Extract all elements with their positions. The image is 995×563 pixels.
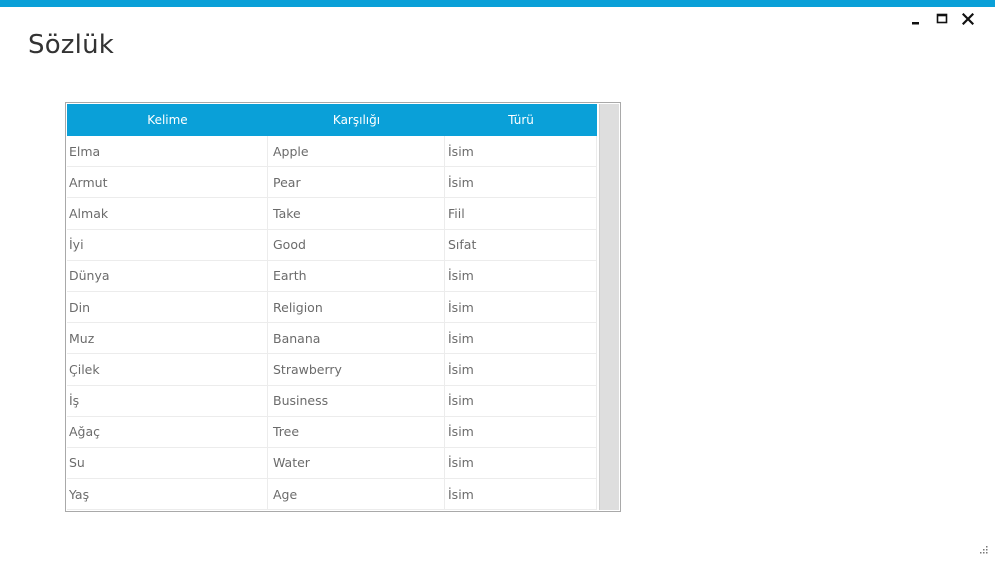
cell-type[interactable]: İsim: [445, 416, 597, 447]
cell-type[interactable]: İsim: [445, 354, 597, 385]
cell-meaning[interactable]: Water: [268, 447, 445, 479]
cell-word[interactable]: Armut: [67, 167, 268, 198]
table-row[interactable]: İş Business İsim: [67, 385, 597, 417]
cell-type[interactable]: İsim: [445, 323, 597, 354]
cell-word[interactable]: İyi: [67, 229, 268, 260]
minimize-icon: [912, 22, 919, 25]
cell-word[interactable]: Muz: [67, 323, 268, 354]
cell-word[interactable]: Din: [67, 291, 268, 323]
minimize-button[interactable]: [903, 10, 929, 28]
cell-type[interactable]: İsim: [445, 447, 597, 479]
cell-meaning[interactable]: Take: [268, 198, 445, 229]
table-row[interactable]: Yaş Age İsim: [67, 479, 597, 511]
table-row[interactable]: Muz Banana İsim: [67, 323, 597, 355]
table-row[interactable]: Dünya Earth İsim: [67, 260, 597, 292]
cell-word[interactable]: Elma: [67, 136, 268, 167]
maximize-button[interactable]: [929, 10, 955, 28]
maximize-icon: [936, 13, 948, 24]
table-row[interactable]: Armut Pear İsim: [67, 167, 597, 199]
vertical-scrollbar[interactable]: [599, 104, 619, 510]
cell-meaning[interactable]: Earth: [268, 260, 445, 291]
table-row[interactable]: Su Water İsim: [67, 447, 597, 480]
grid-header: Kelime Karşılığı Türü: [67, 104, 597, 136]
table-row[interactable]: Din Religion İsim: [67, 291, 597, 324]
cell-meaning[interactable]: Banana: [268, 323, 445, 354]
window-title: Sözlük: [28, 30, 115, 60]
cell-meaning[interactable]: Age: [268, 479, 445, 510]
cell-word[interactable]: Yaş: [67, 479, 268, 510]
cell-meaning[interactable]: Religion: [268, 291, 445, 323]
cell-word[interactable]: Su: [67, 447, 268, 479]
dictionary-grid[interactable]: Kelime Karşılığı Türü Elma Apple İsim Ar…: [65, 102, 621, 512]
table-row[interactable]: İyi Good Sıfat: [67, 229, 597, 261]
cell-type[interactable]: İsim: [445, 167, 597, 198]
cell-word[interactable]: Çilek: [67, 354, 268, 385]
cell-type[interactable]: İsim: [445, 136, 597, 167]
cell-meaning[interactable]: Good: [268, 229, 445, 260]
cell-word[interactable]: Almak: [67, 198, 268, 229]
cell-word[interactable]: Ağaç: [67, 416, 268, 447]
cell-meaning[interactable]: Business: [268, 385, 445, 416]
cell-meaning[interactable]: Apple: [268, 136, 445, 167]
grid-content: Kelime Karşılığı Türü Elma Apple İsim Ar…: [67, 104, 597, 511]
table-row[interactable]: Ağaç Tree İsim: [67, 416, 597, 448]
column-header-turu[interactable]: Türü: [445, 104, 597, 136]
resize-grip-icon[interactable]: [977, 543, 989, 555]
table-row[interactable]: Almak Take Fiil: [67, 198, 597, 230]
cell-type[interactable]: İsim: [445, 291, 597, 323]
window-controls: [903, 10, 981, 28]
cell-word[interactable]: İş: [67, 385, 268, 416]
close-button[interactable]: [955, 10, 981, 28]
column-header-kelime[interactable]: Kelime: [67, 104, 268, 136]
cell-word[interactable]: Dünya: [67, 260, 268, 291]
cell-meaning[interactable]: Strawberry: [268, 354, 445, 385]
table-row[interactable]: Çilek Strawberry İsim: [67, 354, 597, 386]
cell-type[interactable]: İsim: [445, 385, 597, 416]
cell-meaning[interactable]: Tree: [268, 416, 445, 447]
dictionary-window: Sözlük Kelime Karşılığı Türü Elma Apple …: [0, 0, 995, 563]
window-top-border: [0, 0, 995, 7]
cell-type[interactable]: Fiil: [445, 198, 597, 229]
cell-type[interactable]: İsim: [445, 260, 597, 291]
column-header-karsiligi[interactable]: Karşılığı: [268, 104, 445, 136]
cell-meaning[interactable]: Pear: [268, 167, 445, 198]
table-row[interactable]: Elma Apple İsim: [67, 136, 597, 168]
close-icon: [962, 13, 974, 25]
cell-type[interactable]: İsim: [445, 479, 597, 510]
cell-type[interactable]: Sıfat: [445, 229, 597, 260]
